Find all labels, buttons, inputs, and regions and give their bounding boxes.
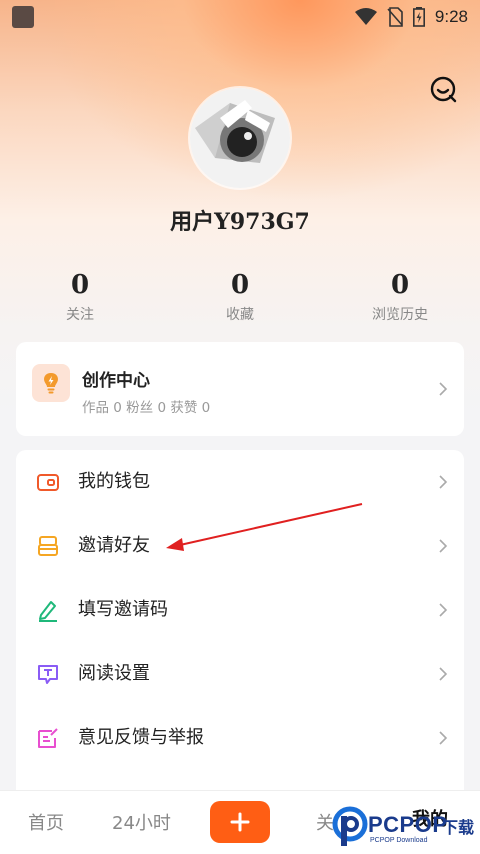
- status-time: 9:28: [434, 7, 468, 26]
- stat-favorites[interactable]: 0 收藏: [160, 268, 320, 324]
- watermark-download: 下载: [442, 818, 475, 837]
- chevron-right-icon: [439, 475, 448, 489]
- creator-center-card[interactable]: 创作中心 作品 0 粉丝 0 获赞 0: [16, 342, 464, 436]
- watermark-brand: PCPOP: [368, 812, 448, 837]
- annotation-arrow: [166, 503, 363, 551]
- status-bar: 9:28: [0, 0, 480, 34]
- menu-item-label: 邀请好友: [78, 535, 150, 556]
- menu-item-label: 阅读设置: [78, 663, 150, 684]
- chevron-right-icon: [439, 539, 448, 553]
- stat-value: 0: [70, 270, 90, 300]
- pcpop-logo: [332, 806, 368, 846]
- stat-value: 0: [230, 270, 250, 300]
- chevron-right-icon: [439, 603, 448, 617]
- feedback-icon: [38, 728, 58, 748]
- stat-label: 收藏: [226, 307, 254, 323]
- invite-icon: [38, 536, 58, 556]
- menu-item-reading-settings[interactable]: 阅读设置: [16, 642, 464, 706]
- nav-24-hours[interactable]: 24小时: [112, 809, 171, 835]
- menu-item-label: 填写邀请码: [78, 599, 168, 620]
- no-sim-icon: [387, 7, 403, 27]
- pencil-icon: [39, 601, 57, 622]
- chevron-right-icon: [439, 731, 448, 745]
- avatar-image: [190, 88, 290, 188]
- menu-item-feedback[interactable]: 意见反馈与举报: [16, 706, 464, 770]
- menu-item-enter-invite-code[interactable]: 填写邀请码: [16, 578, 464, 642]
- creator-center-stats: 作品 0 粉丝 0 获赞 0: [82, 400, 211, 416]
- username: 用户Y973G7: [170, 209, 310, 235]
- stat-following[interactable]: 0 关注: [0, 268, 160, 324]
- menu-item-label: 意见反馈与举报: [78, 727, 204, 748]
- pcpop-watermark: PCPOP PCPOP Download 下载: [330, 804, 480, 852]
- chevron-right-icon: [439, 667, 448, 681]
- battery-icon: [412, 7, 425, 27]
- stats-row: 0 关注 0 收藏 0 浏览历史: [0, 268, 480, 324]
- wifi-icon: [354, 8, 377, 25]
- nav-home[interactable]: 首页: [28, 809, 64, 835]
- avatar[interactable]: [190, 88, 290, 188]
- text-settings-icon: [38, 665, 58, 684]
- notification-icon: [12, 6, 34, 28]
- creator-center-title: 创作中心: [82, 371, 150, 391]
- stat-history[interactable]: 0 浏览历史: [320, 268, 480, 324]
- customer-service-icon[interactable]: [428, 74, 458, 104]
- wallet-icon: [37, 474, 59, 491]
- chevron-right-icon: [439, 382, 448, 396]
- stat-value: 0: [390, 270, 410, 300]
- plus-icon: [230, 812, 250, 832]
- watermark-sub: PCPOP Download: [370, 837, 428, 844]
- menu-item-label: 我的钱包: [78, 471, 150, 492]
- create-button[interactable]: [210, 801, 270, 843]
- lightbulb-icon: [32, 364, 70, 402]
- stat-label: 浏览历史: [372, 307, 428, 323]
- stat-label: 关注: [66, 307, 94, 323]
